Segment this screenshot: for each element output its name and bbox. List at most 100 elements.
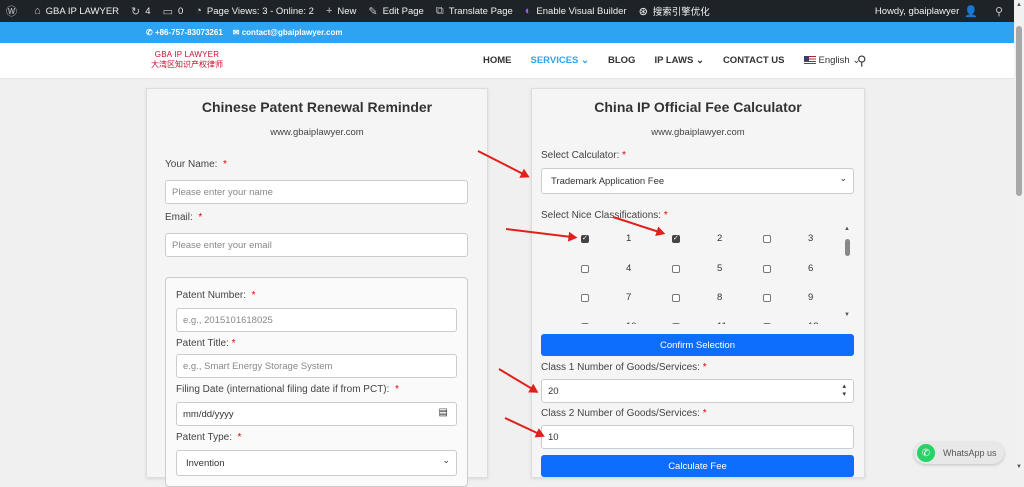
admin-bar: Ⓦ ⌂ GBA IP LAWYER ↻ 4 ▭ 0 ◔ Page Views: 3 - … [0, 0, 1014, 22]
patent-title-label: Patent Title: * [176, 338, 236, 349]
site-logo[interactable]: GBA IP LAWYER 大湾区知识产权律师 [149, 50, 225, 70]
divi-icon: ◐ [524, 5, 532, 17]
filing-date-label: Filing Date (international filing date i… [176, 384, 399, 395]
seo-link[interactable]: ⊛ 搜索引擎优化 [633, 0, 716, 22]
class1-count-label: Class 1 Number of Goods/Services: * [541, 362, 707, 373]
new-content-link[interactable]: + New [320, 0, 362, 22]
patent-type-label: Patent Type: * [176, 432, 242, 443]
email-link[interactable]: ✉ contact@gbaiplawyer.com [233, 28, 343, 37]
admin-search-button[interactable]: ⚲ [989, 0, 1014, 22]
spinner-icon[interactable]: ▴ ▾ [842, 383, 846, 399]
nav-language[interactable]: English ⌄ [803, 55, 860, 66]
nice-class-number: 3 [808, 233, 814, 244]
scroll-up-icon[interactable]: ▲ [844, 226, 850, 232]
whatsapp-chat-button[interactable]: ✆ WhatsApp us [914, 442, 1004, 464]
nice-class-checkbox[interactable] [581, 234, 589, 243]
nice-class-checkbox[interactable] [672, 294, 680, 302]
nav-services[interactable]: SERVICES ⌄ [531, 55, 589, 66]
translate-page-link[interactable]: ⧉ Translate Page [430, 0, 519, 22]
phone-icon: ✆ [146, 28, 155, 37]
nice-class-checkbox[interactable] [672, 323, 680, 324]
nice-class-number: 11 [717, 321, 727, 324]
confirm-selection-button[interactable]: Confirm Selection [541, 334, 854, 356]
patent-details-box: Patent Number: * e.g., 2015101618025 Pat… [165, 277, 468, 487]
nav-ip-laws[interactable]: IP LAWS ⌄ [654, 55, 704, 66]
class2-count-label: Class 2 Number of Goods/Services: * [541, 408, 707, 419]
wordpress-icon: Ⓦ [6, 6, 17, 18]
home-icon: ⌂ [34, 5, 41, 17]
renewal-reminder-panel: Chinese Patent Renewal Reminder www.gbai… [146, 88, 488, 487]
site-header: GBA IP LAWYER 大湾区知识产权律师 HOME SERVICES ⌄ … [0, 43, 1014, 79]
nice-class-checkbox[interactable] [581, 294, 589, 302]
nice-class-checkbox[interactable] [672, 265, 680, 273]
header-search-button[interactable]: ⚲ [857, 53, 867, 69]
nav-home[interactable]: HOME [483, 55, 512, 66]
comment-icon: ▭ [162, 5, 173, 18]
page-scroll-thumb[interactable] [1016, 26, 1022, 196]
wordpress-logo-button[interactable]: Ⓦ [0, 0, 28, 22]
nice-class-checkbox[interactable] [763, 294, 771, 302]
edit-page-link[interactable]: ✎ Edit Page [362, 0, 429, 22]
filing-date-input[interactable]: mm/dd/yyyy ▤ [176, 402, 457, 426]
chart-icon: ◔ [195, 5, 202, 17]
visual-builder-link[interactable]: ◐ Enable Visual Builder [519, 0, 633, 22]
comments-link[interactable]: ▭ 0 [157, 0, 190, 22]
nav-contact[interactable]: CONTACT US [723, 55, 785, 66]
fee-calculator-panel: China IP Official Fee Calculator www.gba… [531, 88, 865, 478]
nice-classifications-label: Select Nice Classifications: * [541, 210, 668, 221]
chevron-down-icon: ⌄ [442, 455, 450, 465]
nice-class-number: 6 [808, 263, 814, 274]
user-avatar-icon: 👤 [964, 5, 978, 18]
scroll-up-icon[interactable]: ▲ [1016, 2, 1022, 8]
class1-count-input[interactable]: 20 ▴ ▾ [541, 379, 854, 403]
chevron-down-icon: ⌄ [695, 55, 704, 66]
nice-class-number: 10 [626, 321, 637, 324]
chevron-down-icon: ⌄ [581, 55, 589, 66]
phone-link[interactable]: ✆ +86-757-83073261 [146, 28, 223, 37]
nice-class-checkbox[interactable] [763, 323, 771, 324]
email-input[interactable]: Please enter your email [165, 233, 468, 257]
renewal-title: Chinese Patent Renewal Reminder [201, 99, 433, 115]
nav-blog[interactable]: BLOG [608, 55, 635, 66]
nice-class-number: 12 [808, 321, 819, 324]
calculator-subtitle: www.gbaiplawyer.com [651, 127, 745, 138]
updates-link[interactable]: ↻ 4 [125, 0, 157, 22]
patent-title-input[interactable]: e.g., Smart Energy Storage System [176, 354, 457, 378]
calculator-select[interactable]: Trademark Application Fee ⌄ [541, 168, 854, 194]
class2-count-input[interactable]: 10 [541, 425, 854, 449]
nice-class-number: 8 [717, 292, 723, 303]
calendar-icon[interactable]: ▤ [439, 407, 448, 418]
pencil-icon: ✎ [368, 5, 378, 18]
top-info-bar: ✆ +86-757-83073261 ✉ contact@gbaiplawyer… [0, 22, 1014, 43]
translate-icon: ⧉ [435, 4, 444, 17]
whatsapp-icon: ✆ [917, 444, 935, 462]
nice-class-number: 5 [717, 263, 723, 274]
nice-class-checkbox[interactable] [763, 265, 771, 273]
account-menu[interactable]: Howdy, gbaiplawyer 👤 [869, 0, 989, 22]
page-views-link[interactable]: ◔ Page Views: 3 - Online: 2 [189, 0, 320, 22]
name-input[interactable]: Please enter your name [165, 180, 468, 204]
nice-class-number: 7 [626, 292, 632, 303]
page-scrollbar[interactable]: ▲ ▼ [1014, 0, 1024, 474]
nice-class-number: 1 [626, 233, 632, 244]
chevron-down-icon: ⌄ [839, 173, 847, 183]
seo-icon: ⊛ [638, 5, 648, 18]
class-list-scrollbar[interactable]: ▲ ▼ [844, 226, 852, 322]
scroll-down-icon[interactable]: ▼ [1016, 464, 1022, 470]
select-calculator-label: Select Calculator: * [541, 150, 627, 161]
nice-class-checkbox[interactable] [672, 234, 680, 243]
patent-type-select[interactable]: Invention ⌄ [176, 450, 457, 476]
nice-class-grid: 123456789101112 [541, 229, 843, 324]
renewal-subtitle: www.gbaiplawyer.com [270, 127, 364, 138]
calculator-title: China IP Official Fee Calculator [594, 99, 802, 115]
patent-number-input[interactable]: e.g., 2015101618025 [176, 308, 457, 332]
nice-class-checkbox[interactable] [581, 323, 589, 324]
nice-class-checkbox[interactable] [763, 235, 771, 243]
search-icon: ⚲ [994, 5, 1003, 18]
search-icon: ⚲ [857, 53, 867, 68]
nice-class-checkbox[interactable] [581, 265, 589, 273]
nice-class-number: 9 [808, 292, 814, 303]
scroll-down-icon[interactable]: ▼ [844, 312, 850, 318]
scroll-thumb[interactable] [845, 239, 850, 256]
site-name-link[interactable]: ⌂ GBA IP LAWYER [28, 0, 125, 22]
